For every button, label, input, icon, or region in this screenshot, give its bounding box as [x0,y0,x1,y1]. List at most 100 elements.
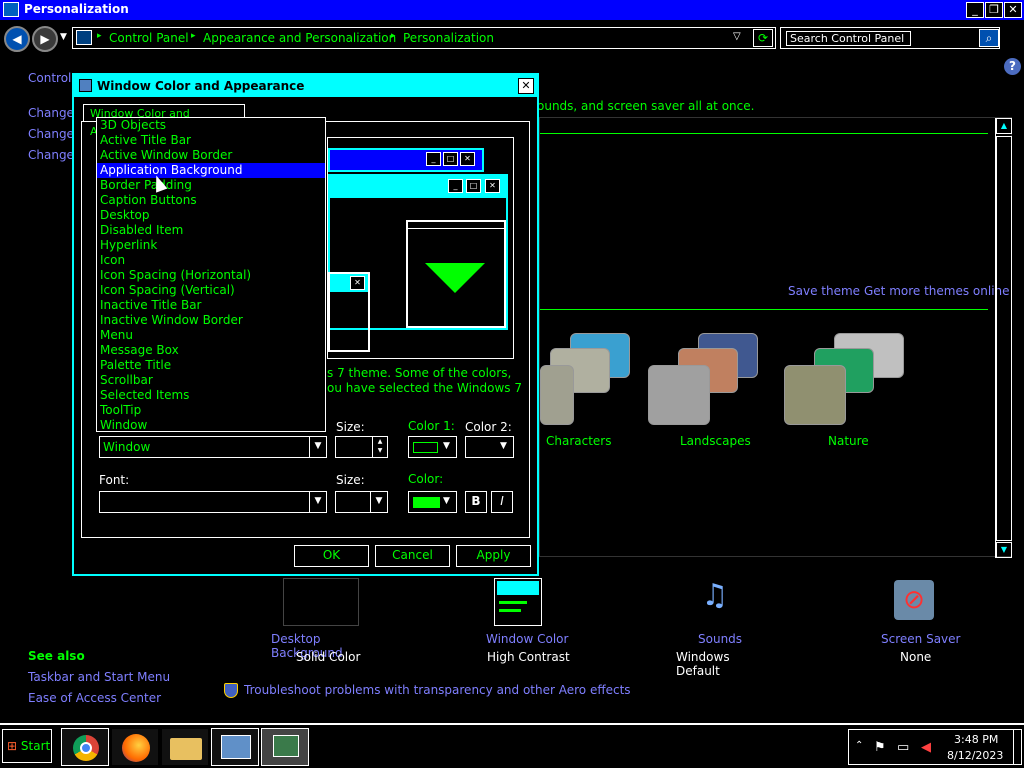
window-color-item[interactable]: Window Color High Contrast [470,578,570,668]
clock-time[interactable]: 3:48 PM [954,733,998,746]
dropdown-option[interactable]: Window [97,418,325,433]
font-color-picker[interactable]: ▼ [408,491,457,513]
action-center-icon[interactable]: ⚑ [874,740,886,755]
theme-label: Landscapes [680,434,751,448]
dropdown-option[interactable]: Application Background [97,163,325,178]
font-select[interactable]: ▼ [99,491,327,513]
minimize-button[interactable]: _ [966,2,984,18]
dropdown-option[interactable]: Inactive Window Border [97,313,325,328]
divider [540,133,988,134]
chrome-icon[interactable] [61,728,109,766]
troubleshoot-link[interactable]: Troubleshoot problems with transparency … [244,683,631,697]
dropdown-option[interactable]: Hyperlink [97,238,325,253]
theme-nature[interactable]: Nature [784,333,909,453]
dropdown-option[interactable]: Active Window Border [97,148,325,163]
dropdown-option[interactable]: Inactive Title Bar [97,298,325,313]
control-panel-taskbar-icon[interactable] [211,728,259,766]
preview-maximize-icon: □ [443,152,458,166]
color1-picker[interactable]: ▼ [408,436,457,458]
header-description: ounds, and screen saver all at once. [537,99,755,113]
refresh-icon[interactable]: ⟳ [753,29,773,47]
dropdown-option[interactable]: Icon [97,253,325,268]
back-button[interactable]: ◀ [4,26,30,52]
save-theme-link[interactable]: Save theme [788,284,860,298]
dropdown-option[interactable]: Active Title Bar [97,133,325,148]
dropdown-option[interactable]: Icon Spacing (Vertical) [97,283,325,298]
ease-of-access-link[interactable]: Ease of Access Center [28,691,161,705]
dropdown-option[interactable]: Caption Buttons [97,193,325,208]
theme-landscapes[interactable]: Landscapes [648,333,773,453]
bold-button[interactable]: B [465,491,487,513]
clock-date[interactable]: 8/12/2023 [947,749,1003,762]
firefox-icon[interactable] [111,728,159,766]
chevron-down-icon[interactable]: ▼ [443,441,450,451]
breadcrumb-appearance[interactable]: Appearance and Personalization [203,31,396,45]
sounds-item[interactable]: ♫ Sounds Windows Default [666,578,766,678]
address-bar[interactable]: ▸ Control Panel ▸ Appearance and Persona… [72,27,776,49]
help-icon[interactable]: ? [1004,58,1021,75]
taskbar-start-menu-link[interactable]: Taskbar and Start Menu [28,670,170,684]
dropdown-option[interactable]: Desktop [97,208,325,223]
theme-thumbnail [648,365,710,425]
breadcrumb-control-panel[interactable]: Control Panel [109,31,189,45]
show-desktop-button[interactable] [1013,730,1022,764]
search-icon[interactable]: ⌕ [979,29,999,47]
stepper-arrows-icon[interactable]: ▲ ▼ [372,437,387,457]
dropdown-option[interactable]: Icon Spacing (Horizontal) [97,268,325,283]
screen-saver-label[interactable]: Screen Saver [881,632,960,646]
dialog-close-button[interactable]: ✕ [518,78,534,94]
item-size-stepper[interactable]: ▲ ▼ [335,436,388,458]
more-themes-link[interactable]: Get more themes online [864,284,1010,298]
window-title: Personalization [24,2,129,16]
dropdown-option[interactable]: Menu [97,328,325,343]
screen-saver-item[interactable]: ⊘ Screen Saver None [868,578,968,668]
color2-picker[interactable]: ▼ [465,436,514,458]
search-input[interactable]: Search Control Panel [786,31,911,46]
font-size-select[interactable]: ▼ [335,491,388,513]
ok-button[interactable]: OK [294,545,369,567]
chevron-down-icon[interactable]: ▼ [309,492,326,512]
scroll-up-button[interactable]: ▲ [996,118,1012,134]
chevron-down-icon[interactable]: ▼ [500,441,507,451]
scroll-thumb[interactable] [996,136,1012,541]
italic-button[interactable]: I [491,491,513,513]
sounds-label[interactable]: Sounds [698,632,742,646]
dropdown-option[interactable]: Message Box [97,343,325,358]
volume-icon[interactable]: ◀ [921,740,931,755]
dialog-icon [79,79,92,92]
file-explorer-icon[interactable] [161,728,209,766]
cancel-button[interactable]: Cancel [375,545,450,567]
see-also-heading: See also [28,649,85,663]
dropdown-option[interactable]: ToolTip [97,403,325,418]
start-button[interactable]: ⊞ Start [2,729,52,763]
item-select[interactable]: Window ▼ [99,436,327,458]
dropdown-option[interactable]: Border Padding [97,178,325,193]
dropdown-option[interactable]: Selected Items [97,388,325,403]
show-hidden-icons[interactable]: ⌃ [855,740,863,751]
chevron-down-icon[interactable]: ▼ [443,496,450,506]
breadcrumb-personalization[interactable]: Personalization [403,31,494,45]
chevron-down-icon[interactable]: ▼ [309,437,326,457]
maximize-button[interactable]: ❐ [985,2,1003,18]
dropdown-option[interactable]: Palette Title [97,358,325,373]
window-color-label[interactable]: Window Color [486,632,568,646]
close-button[interactable]: ✕ [1004,2,1022,18]
address-dropdown-icon[interactable]: ▽ [733,31,741,42]
item-dropdown-list[interactable]: 3D Objects Active Title Bar Active Window … [96,117,326,432]
theme-characters[interactable]: Characters [540,333,640,453]
apply-button[interactable]: Apply [456,545,531,567]
dropdown-option[interactable]: 3D Objects [97,118,325,133]
chevron-down-icon[interactable]: ▼ [370,492,387,512]
personalization-taskbar-icon[interactable] [261,728,309,766]
network-icon[interactable]: ▭ [897,740,909,755]
font-label: Font: [99,473,130,487]
forward-button[interactable]: ▶ [32,26,58,52]
dropdown-option[interactable]: Scrollbar [97,373,325,388]
recent-pages-icon[interactable]: ▼ [60,32,67,42]
search-box[interactable]: Search Control Panel ⌕ [780,27,1000,49]
info-text-line1: s 7 theme. Some of the colors, [327,366,512,380]
dropdown-option[interactable]: Disabled Item [97,223,325,238]
scroll-down-button[interactable]: ▼ [996,542,1012,558]
desktop-background-item[interactable]: Desktop Background Solid Color [260,578,382,668]
scrollbar[interactable]: ▲ ▼ [995,118,1012,558]
